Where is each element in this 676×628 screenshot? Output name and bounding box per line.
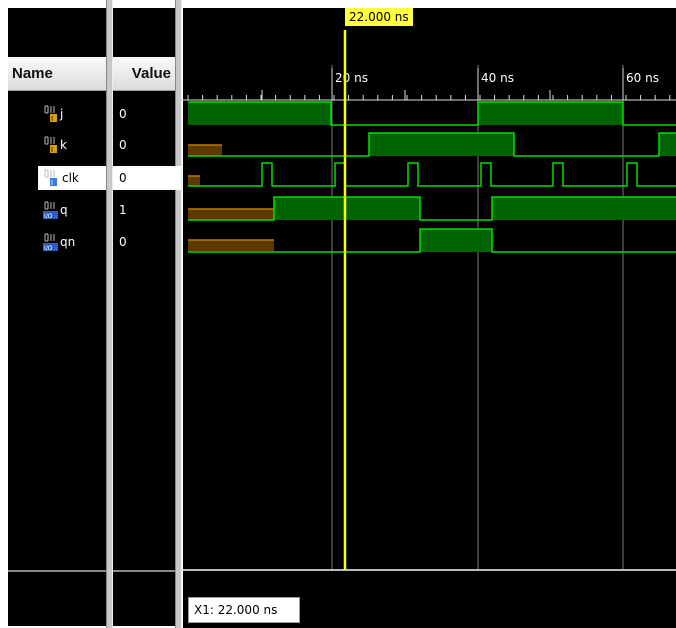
- signal-name-row-q[interactable]: I/O q: [36, 198, 106, 222]
- io-bit-icon: I/O: [41, 232, 59, 252]
- name-panel-footer: [8, 570, 106, 572]
- bit-icon-yellow: I: [41, 104, 59, 124]
- signal-name: q: [60, 203, 68, 217]
- signal-name-row-k[interactable]: Ik: [36, 133, 106, 157]
- column-divider[interactable]: [106, 0, 113, 628]
- io-bit-icon: I/O: [41, 200, 59, 220]
- signal-value-q: 1: [119, 203, 127, 217]
- tick-label: 40 ns: [481, 71, 514, 85]
- cursor-time-label[interactable]: 22.000 ns: [345, 8, 413, 26]
- bit-icon-yellow: I: [41, 135, 59, 155]
- q-undefined-region: [188, 209, 274, 220]
- clk-undefined-region: [188, 176, 200, 186]
- name-column-header[interactable]: Name: [8, 57, 106, 91]
- signal-name: j: [60, 107, 64, 121]
- signal-value-j: 0: [119, 107, 127, 121]
- bit-icon-blue: I: [41, 168, 59, 188]
- signal-high-region: [369, 133, 514, 156]
- signal-name: qn: [60, 235, 76, 249]
- signal-name: k: [60, 138, 67, 152]
- svg-text:I/O: I/O: [44, 213, 53, 220]
- svg-text:I: I: [51, 115, 53, 123]
- tick-label: 20 ns: [335, 71, 368, 85]
- signal-name-row-clk[interactable]: Iclk: [38, 166, 106, 190]
- signal-name-row-j[interactable]: Ij: [36, 102, 106, 126]
- value-panel: [113, 8, 175, 626]
- signal-high-region: [478, 102, 623, 125]
- signal-high-region: [274, 197, 420, 220]
- signal-value-qn: 0: [119, 235, 127, 249]
- signal-value-k: 0: [119, 138, 127, 152]
- name-panel: [8, 8, 106, 626]
- value-panel-footer: [113, 570, 175, 572]
- clk-waveform: [188, 162, 676, 187]
- signal-high-region: [492, 197, 676, 220]
- x1-cursor-readout: X1: 22.000 ns: [188, 597, 300, 623]
- value-column-header[interactable]: Value: [113, 57, 175, 91]
- k-undefined-region: [188, 145, 222, 156]
- svg-text:I/O: I/O: [44, 245, 53, 252]
- signal-high-region: [188, 102, 331, 125]
- waveform-canvas[interactable]: 20 ns 40 ns 60 ns: [183, 8, 676, 628]
- signal-high-region: [420, 229, 492, 252]
- signal-high-region: [659, 133, 676, 156]
- signal-name-row-qn[interactable]: I/O qn: [36, 230, 106, 254]
- waveform-divider[interactable]: [175, 0, 182, 628]
- svg-text:I: I: [51, 179, 53, 187]
- tick-label: 60 ns: [626, 71, 659, 85]
- qn-undefined-region: [188, 240, 274, 251]
- signal-value-clk: 0: [113, 166, 181, 190]
- signal-name: clk: [62, 171, 79, 185]
- svg-text:I: I: [51, 146, 53, 154]
